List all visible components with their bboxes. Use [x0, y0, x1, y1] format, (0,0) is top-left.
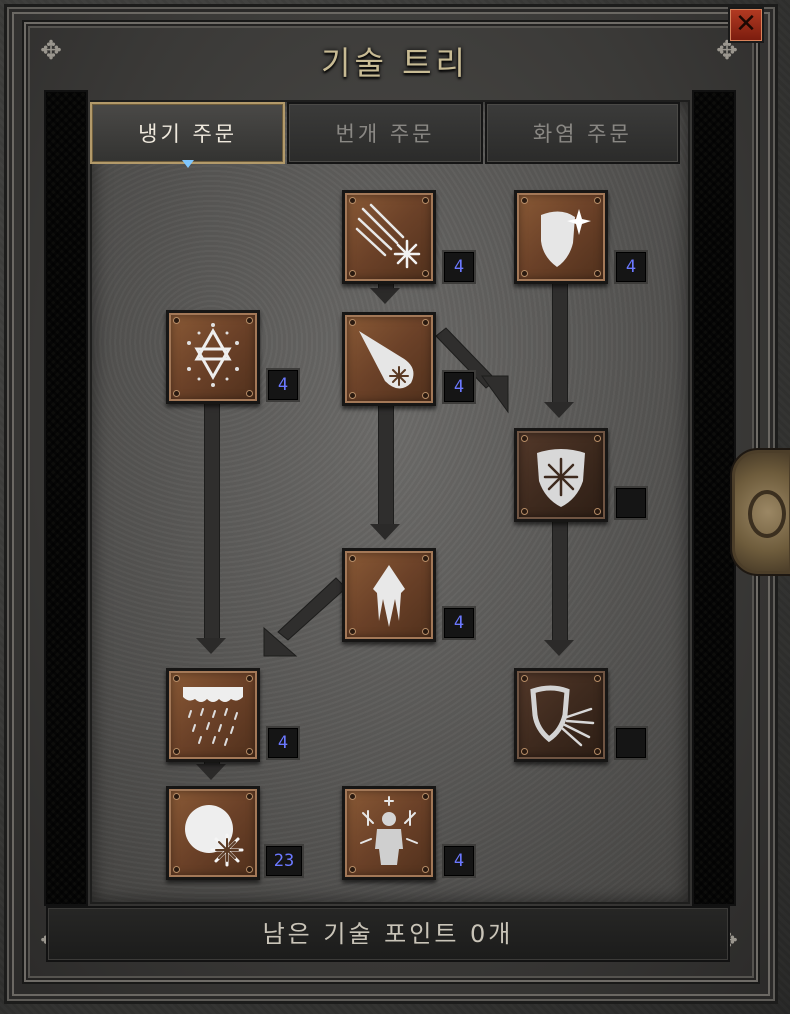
frost-armor-icon: [360, 796, 418, 865]
skill-level-box: 23: [264, 844, 304, 878]
blizzard-icon: [183, 687, 243, 746]
skill-level-box: 4: [266, 726, 300, 760]
frozen-orb-icon: [185, 805, 244, 867]
clasp-ring-icon: [748, 490, 786, 538]
remaining-skill-points: 남은 기술 포인트 0개: [46, 906, 730, 962]
book-clasp: [730, 448, 790, 576]
skill-blizzard[interactable]: [166, 668, 260, 762]
skill-level-box: [614, 486, 648, 520]
chilling-ward-icon: [530, 685, 595, 747]
ice-spike-icon: [373, 565, 405, 627]
ice-shards-icon: [355, 203, 421, 269]
skill-level-box: 4: [266, 368, 300, 402]
skill-level-box: 4: [442, 250, 476, 284]
skill-ice-shards[interactable]: [342, 190, 436, 284]
skill-level-box: 4: [614, 250, 648, 284]
skill-level-box: [614, 726, 648, 760]
skill-frost-shield[interactable]: [514, 190, 608, 284]
skill-frozen-orb[interactable]: [166, 786, 260, 880]
skill-snowflake-star[interactable]: [166, 310, 260, 404]
skill-chilling-ward[interactable]: [514, 668, 608, 762]
skill-level-box: 4: [442, 844, 476, 878]
skill-level-box: 4: [442, 606, 476, 640]
skill-ice-spike[interactable]: [342, 548, 436, 642]
skill-level-box: 4: [442, 370, 476, 404]
frost-shield-icon: [541, 209, 591, 267]
skill-frost-bolt[interactable]: [342, 312, 436, 406]
frost-bolt-icon: [359, 331, 414, 389]
skill-tree-window: ✥ ✥ ✥ ✥ 기술 트리 ✕ 냉기 주문 번개 주문 화염 주문: [0, 0, 790, 1014]
skill-frost-armor[interactable]: [342, 786, 436, 880]
skill-frozen-shield[interactable]: [514, 428, 608, 522]
snowflake-star-icon: [187, 323, 239, 387]
frozen-shield-icon: [537, 449, 585, 507]
